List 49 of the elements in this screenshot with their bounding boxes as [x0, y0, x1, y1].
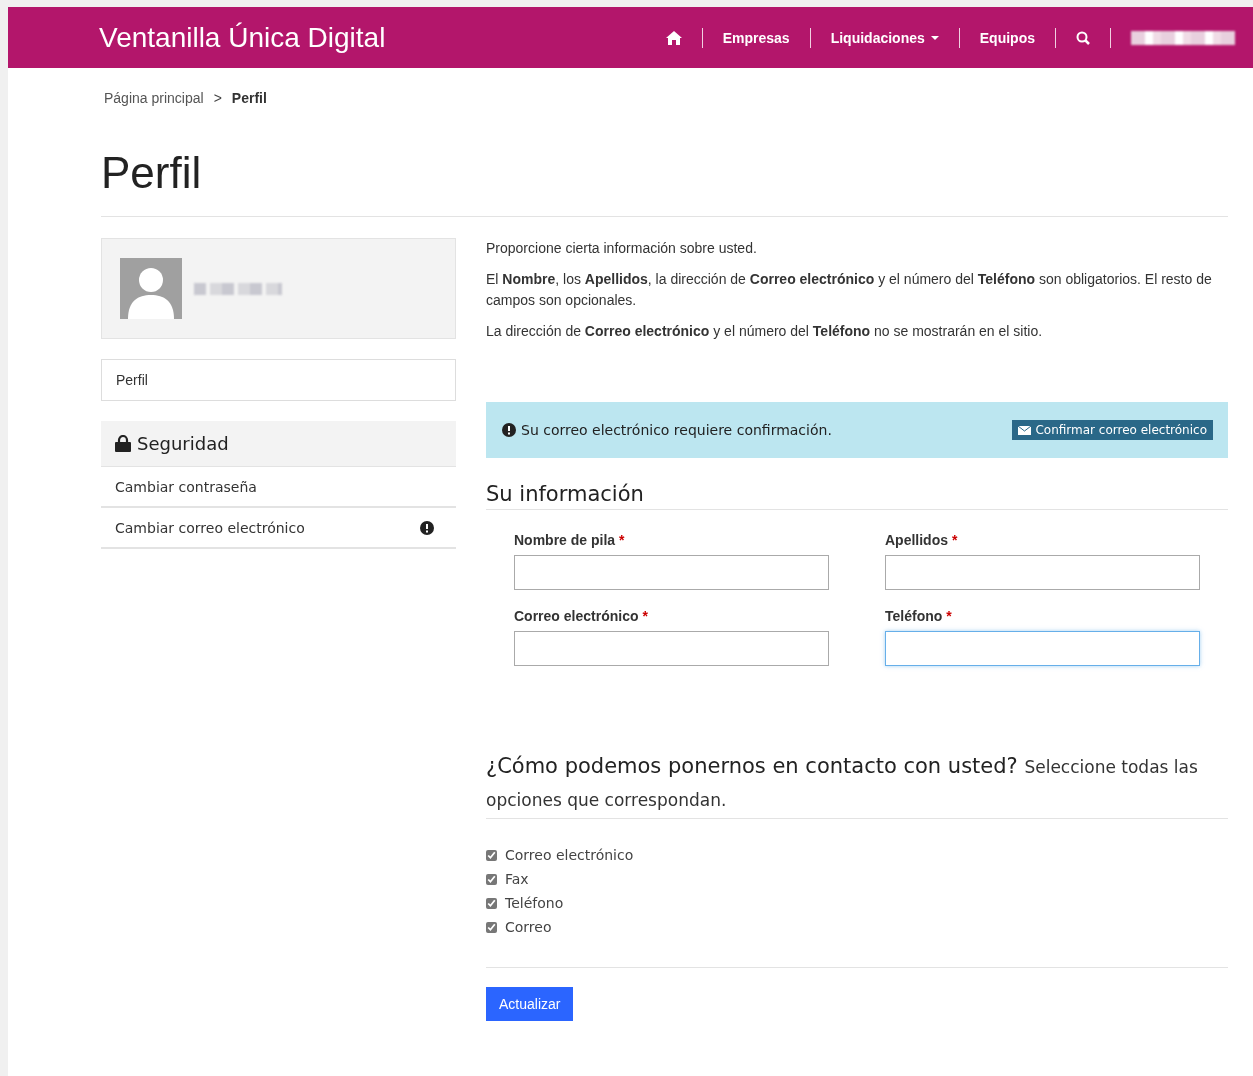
- checkbox[interactable]: [486, 921, 497, 933]
- field-label: Apellidos *: [885, 532, 959, 548]
- input-field[interactable]: [885, 555, 1200, 590]
- field-label: Nombre de pila *: [514, 532, 626, 548]
- blurred-username[interactable]: [1131, 30, 1235, 45]
- section-heading: ¿Cómo podemos ponernos en contacto con usted? Seleccione todas las opciones que correspondan.: [486, 750, 1228, 819]
- checkbox[interactable]: [486, 849, 497, 861]
- section-heading: Su información: [486, 482, 1228, 510]
- checkbox[interactable]: [486, 873, 497, 885]
- search-icon: [1076, 30, 1090, 45]
- checkbox[interactable]: [486, 897, 497, 909]
- envelope-icon: [1018, 425, 1032, 435]
- input-field[interactable]: [514, 631, 829, 666]
- nav-dropdown[interactable]: Liquidaciones: [810, 29, 959, 46]
- breadcrumb-separator: >: [213, 90, 222, 106]
- breadcrumb-link[interactable]: Página principal: [104, 90, 204, 106]
- sidebar-link[interactable]: Cambiar correo electrónico: [101, 508, 456, 549]
- intro-paragraph: La dirección de Correo electrónico y el número del Teléfono no se mostrarán en el sitio.: [486, 322, 1044, 341]
- intro-paragraph: El Nombre, los Apellidos, la dirección de Correo electrónico y el número del Teléfono son obligatorios. El resto de campos son opcionales.: [486, 270, 1213, 310]
- field-label: Teléfono *: [885, 608, 953, 624]
- warning-icon: [502, 423, 516, 437]
- page-title: Perfil: [101, 148, 203, 198]
- avatar-icon: [120, 258, 182, 319]
- breadcrumb-link[interactable]: Perfil: [231, 90, 267, 106]
- required-mark: *: [619, 532, 625, 548]
- sidebar-link[interactable]: Cambiar contraseña: [101, 467, 456, 508]
- sidebar-link[interactable]: Perfil: [101, 359, 456, 401]
- confirm-email-button[interactable]: Confirmar correo electrónico: [1012, 420, 1213, 440]
- nav-link[interactable]: Empresas: [702, 29, 810, 46]
- required-mark: *: [946, 608, 952, 624]
- lock-icon: [115, 435, 131, 452]
- caret-icon: [930, 35, 939, 40]
- field-label: Correo electrónico *: [514, 608, 649, 624]
- checkbox-label: Teléfono: [505, 895, 564, 911]
- home-icon: [665, 30, 682, 45]
- alert-message: Su correo electrónico requiere confirmación.: [521, 422, 832, 438]
- checkbox-label: Correo electrónico: [505, 847, 634, 863]
- checkbox-label: Correo: [505, 919, 552, 935]
- required-mark: *: [951, 532, 958, 548]
- input-field[interactable]: [514, 555, 829, 590]
- nav-link[interactable]: Equipos: [959, 29, 1055, 46]
- site-title[interactable]: Ventanilla Única Digital: [99, 21, 646, 54]
- intro-paragraph: Proporcione cierta información sobre usted.: [486, 239, 758, 258]
- update-button[interactable]: Actualizar: [486, 987, 574, 1021]
- section-title: Seguridad: [137, 433, 229, 454]
- required-mark: *: [642, 608, 648, 624]
- input-field[interactable]: [885, 631, 1200, 666]
- warning-icon: [420, 521, 434, 535]
- checkbox-label: Fax: [505, 871, 529, 887]
